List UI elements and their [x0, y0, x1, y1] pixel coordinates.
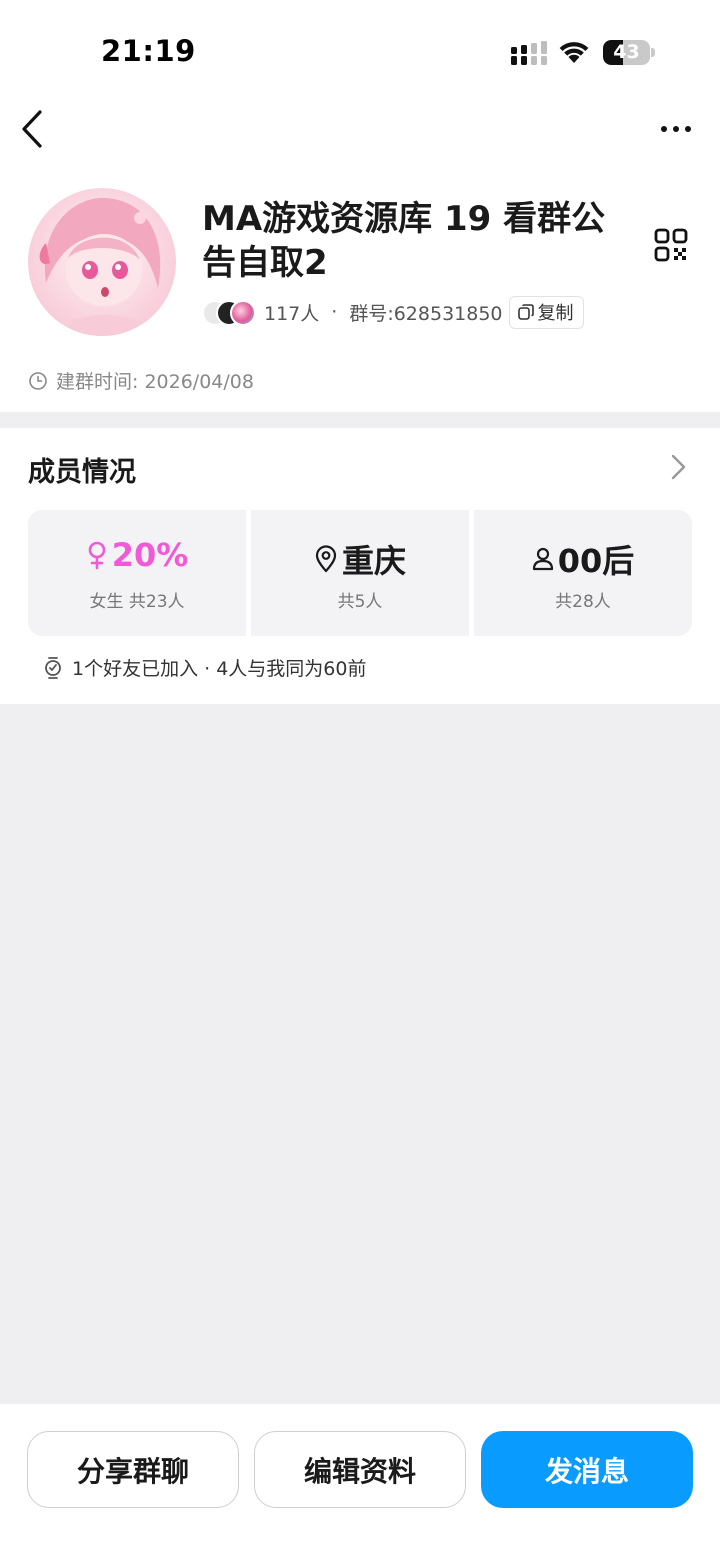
stat-gender[interactable]: 20% 女生 共23人	[28, 510, 246, 636]
bottom-action-bar: 分享群聊 编辑资料 发消息	[0, 1404, 720, 1564]
group-meta-row: 117人 · 群号:628531850 复制	[202, 294, 584, 330]
created-date-row: 建群时间: 2026/04/08	[28, 367, 254, 394]
friends-note: 1个好友已加入 · 4人与我同为60前	[72, 658, 367, 680]
copy-icon	[517, 304, 534, 320]
stat-age-value: 00后	[557, 542, 635, 580]
wifi-icon	[559, 42, 589, 63]
stat-location-value: 重庆	[341, 542, 406, 580]
meta-separator: ·	[331, 301, 338, 323]
stat-location-main: 重庆	[251, 536, 469, 582]
member-avatar-stack	[202, 297, 260, 327]
female-icon	[88, 541, 106, 570]
members-section[interactable]: 成员情况 20% 女生 共23人 重庆 共5人 00后 共28人 1个好友已加入…	[0, 428, 720, 704]
copy-label: 复制	[537, 303, 574, 324]
stat-gender-value: 20%	[111, 536, 189, 574]
stat-gender-sub: 女生 共23人	[89, 592, 185, 612]
share-group-button[interactable]: 分享群聊	[27, 1431, 239, 1508]
group-name: MA游戏资源库 19 看群公告自取2	[202, 199, 606, 283]
edit-profile-button[interactable]: 编辑资料	[254, 1431, 466, 1508]
status-bar: 21:19 43	[0, 0, 720, 100]
created-date: 建群时间: 2026/04/08	[56, 371, 254, 393]
member-avatar	[230, 300, 256, 326]
person-icon	[532, 547, 553, 571]
members-title: 成员情况	[28, 457, 136, 488]
cellular-signal-icon	[511, 41, 547, 65]
stat-age-main: 00后	[474, 536, 692, 582]
status-time: 21:19	[101, 34, 196, 68]
group-number: 群号:628531850	[349, 302, 503, 325]
battery-indicator: 43	[603, 40, 655, 65]
stat-gender-main: 20%	[28, 536, 246, 574]
copy-button[interactable]: 复制	[508, 295, 584, 329]
chevron-right-icon[interactable]	[668, 452, 690, 482]
stat-location[interactable]: 重庆 共5人	[251, 510, 469, 636]
location-icon	[315, 545, 337, 573]
send-message-button[interactable]: 发消息	[481, 1431, 693, 1508]
battery-level-text: 43	[613, 41, 640, 63]
member-count: 117人	[264, 302, 320, 325]
friends-note-row[interactable]: 1个好友已加入 · 4人与我同为60前	[42, 654, 366, 681]
clock-icon	[29, 371, 47, 390]
group-avatar[interactable]	[28, 188, 176, 336]
back-chevron-icon[interactable]	[14, 106, 54, 152]
stat-age[interactable]: 00后 共28人	[474, 510, 692, 636]
qr-code-icon[interactable]	[654, 228, 688, 262]
stat-location-sub: 共5人	[337, 592, 383, 612]
stat-age-sub: 共28人	[555, 592, 611, 612]
more-options-icon[interactable]	[652, 112, 700, 146]
watch-icon	[45, 656, 61, 679]
